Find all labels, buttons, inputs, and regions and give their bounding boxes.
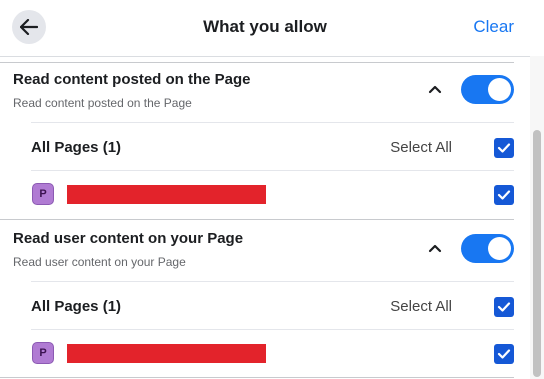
row-divider [31,329,514,330]
all-pages-label: All Pages (1) [31,298,122,315]
select-all-label[interactable]: Select All [390,298,452,315]
permission-description: Read user content on your Page [13,255,186,269]
collapse-chevron-button[interactable] [426,239,444,257]
page-avatar: P [32,342,54,364]
toggle-knob [488,237,511,260]
permission-toggle[interactable] [461,234,514,263]
page-checkbox[interactable] [494,344,514,364]
section-divider [0,377,514,378]
checkmark-icon [497,302,511,312]
permission-title: Read user content on your Page [13,230,244,247]
chevron-up-icon [428,244,442,253]
row-divider [31,281,514,282]
scrollbar-thumb[interactable] [533,130,541,377]
select-all-checkbox[interactable] [494,297,514,317]
checkmark-icon [497,349,511,359]
redacted-page-name [67,344,266,363]
permission-section-read-user-content: Read user content on your Page Read user… [0,0,514,379]
